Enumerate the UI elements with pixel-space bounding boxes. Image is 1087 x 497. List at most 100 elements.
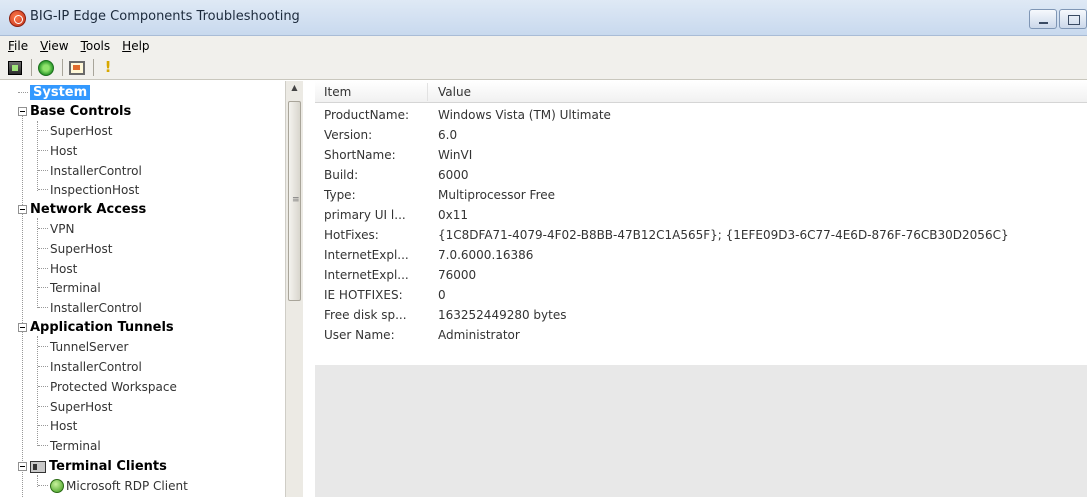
tree-node-system[interactable]: System [18,83,91,102]
tree-connector [22,109,23,497]
tree-item-label: Microsoft RDP Client [66,478,188,493]
tree-connector [38,406,48,407]
value-cell: Administrator [438,328,520,342]
value-cell: 0x11 [438,208,469,222]
tree-item-host[interactable]: Host [38,259,77,278]
tree-node-terminal-clients[interactable]: Terminal Clients [18,457,167,476]
tree-scrollbar[interactable]: ▲ ≡ [285,81,303,497]
tree-node-application-tunnels[interactable]: Application Tunnels [18,318,174,337]
list-row[interactable]: IE HOTFIXES: 0 [315,285,1087,305]
list-row[interactable]: primary UI l... 0x11 [315,205,1087,225]
tree-item-terminal[interactable]: Terminal [38,436,101,455]
tree-item-tunnelserver[interactable]: TunnelServer [38,337,128,356]
column-divider[interactable] [427,83,428,101]
tree-connector [38,287,48,288]
save-report-button[interactable] [4,58,26,78]
value-cell: 0 [438,288,446,302]
tree-item-label: TunnelServer [50,339,129,354]
tree-pane[interactable]: System Base Controls SuperHost Host Inst… [18,81,303,497]
list-header: Item Value [315,81,1087,103]
tree-item-label: Terminal [50,438,101,453]
tree-connector [38,485,48,486]
tree-item-label: Host [50,261,78,276]
tree-connector [38,425,48,426]
list-row[interactable]: Type: Multiprocessor Free [315,185,1087,205]
value-cell: WinVI [438,148,473,162]
tree-item-terminal[interactable]: Terminal [38,278,101,297]
tree-item-label: InstallerControl [50,359,142,374]
list-row[interactable]: Version: 6.0 [315,125,1087,145]
maximize-button[interactable] [1059,9,1087,29]
tree-item-vpn[interactable]: VPN [38,219,74,238]
warning-button[interactable]: ! [97,58,119,78]
tree-node-label: Application Tunnels [30,320,174,335]
tree-item-inspectionhost[interactable]: InspectionHost [38,180,139,199]
item-cell: IE HOTFIXES: [324,288,403,302]
list-row[interactable]: InternetExpl... 76000 [315,265,1087,285]
window-title: BIG-IP Edge Components Troubleshooting [30,9,300,24]
tree-item-installercontrol[interactable]: InstallerControl [38,357,142,376]
list-row[interactable]: Free disk sp... 163252449280 bytes [315,305,1087,325]
list-row[interactable]: User Name: Administrator [315,325,1087,345]
menu-help[interactable]: Help [116,39,155,53]
tree-item-label: InstallerControl [50,163,142,178]
value-cell: 7.0.6000.16386 [438,248,534,262]
tree-item-installercontrol[interactable]: InstallerControl [38,161,142,180]
screenshot-button[interactable] [66,58,88,78]
menu-bar: File View Tools Help [0,36,1087,56]
menu-view[interactable]: View [34,39,74,53]
list-row[interactable]: Build: 6000 [315,165,1087,185]
collapse-icon[interactable] [18,462,27,471]
tree-item-label: SuperHost [50,241,113,256]
list-row[interactable]: HotFixes: {1C8DFA71-4079-4F02-B8BB-47B12C… [315,225,1087,245]
scroll-up-arrow-icon[interactable]: ▲ [288,83,301,95]
toolbar-separator [62,59,63,76]
tree-item-protected-workspace[interactable]: Protected Workspace [38,377,177,396]
refresh-icon [38,59,54,76]
item-cell: InternetExpl... [324,268,409,282]
screenshot-icon [69,60,85,75]
details-list: Item Value ProductName: Windows Vista (TM… [315,81,1087,497]
tree-connector [38,248,48,249]
toolbar: ! [0,56,1087,80]
collapse-icon[interactable] [18,107,27,116]
tree-item-label: Terminal [50,280,101,295]
minimize-button[interactable] [1029,9,1057,29]
terminal-icon [30,460,46,473]
tree-node-network-access[interactable]: Network Access [18,200,146,219]
item-cell: primary UI l... [324,208,406,222]
column-header-item[interactable]: Item [324,85,351,99]
item-cell: User Name: [324,328,395,342]
tree-item-host[interactable]: Host [38,141,77,160]
window-controls [1027,9,1087,29]
list-row[interactable]: ShortName: WinVI [315,145,1087,165]
tree-connector [38,445,48,446]
tree-node-label: Base Controls [30,104,132,119]
menu-file[interactable]: File [2,39,34,53]
collapse-icon[interactable] [18,205,27,214]
tree-node-base-controls[interactable]: Base Controls [18,102,131,121]
tree-item-host[interactable]: Host [38,416,77,435]
tree-item-microsoft-rdp-client[interactable]: Microsoft RDP Client [38,476,188,495]
tree-connector [38,307,48,308]
refresh-button[interactable] [35,58,57,78]
value-cell: 6.0 [438,128,458,142]
list-row[interactable]: ProductName: Windows Vista (TM) Ultimate [315,105,1087,125]
tree-item-superhost[interactable]: SuperHost [38,239,112,258]
tree-item-label: SuperHost [50,123,113,138]
tree-item-superhost[interactable]: SuperHost [38,397,112,416]
item-cell: Free disk sp... [324,308,407,322]
collapse-icon[interactable] [18,323,27,332]
tree-item-installercontrol[interactable]: InstallerControl [38,298,142,317]
value-cell: Windows Vista (TM) Ultimate [438,108,611,122]
item-cell: Type: [324,188,356,202]
tree-node-label: Network Access [30,202,147,217]
toolbar-separator [31,59,32,76]
column-header-value[interactable]: Value [438,85,471,99]
menu-tools[interactable]: Tools [75,39,117,53]
tree-node-label: Terminal Clients [49,459,167,474]
value-cell: 6000 [438,168,469,182]
list-row[interactable]: InternetExpl... 7.0.6000.16386 [315,245,1087,265]
scrollbar-thumb[interactable]: ≡ [288,101,301,301]
tree-item-superhost[interactable]: SuperHost [38,121,112,140]
